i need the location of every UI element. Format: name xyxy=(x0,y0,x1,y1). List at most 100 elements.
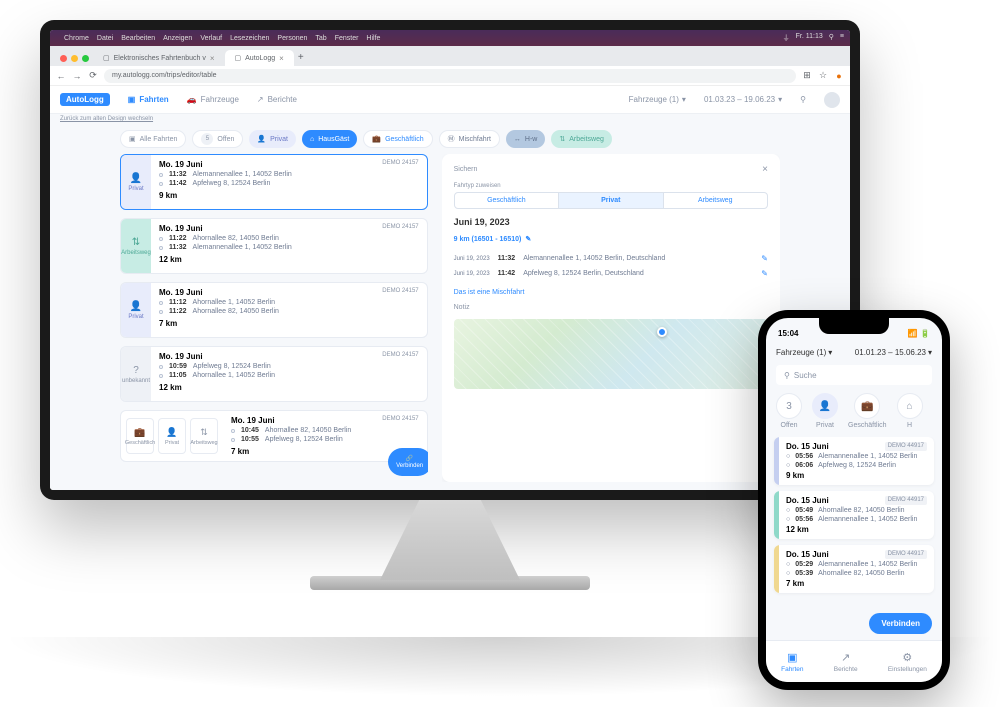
detail-start-row: Juni 19, 202311:32Alemannenallee 1, 1405… xyxy=(454,251,768,266)
new-tab-button[interactable]: + xyxy=(294,50,308,64)
menu-datei[interactable]: Datei xyxy=(97,35,113,42)
detail-end-row: Juni 19, 202311:42Apfelweg 8, 12524 Berl… xyxy=(454,266,768,281)
map-preview[interactable] xyxy=(454,319,768,389)
phone-trip-card[interactable]: Do. 15 JuniDEMO 44917 ○ 05:29Alemannenal… xyxy=(774,545,934,593)
chip-privat[interactable]: 👤Privat xyxy=(812,393,838,429)
filter-alle[interactable]: ▣ Alle Fahrten xyxy=(120,130,186,148)
edit-icon[interactable]: ✎ xyxy=(761,254,768,263)
menu-bearbeiten[interactable]: Bearbeiten xyxy=(121,35,155,42)
nav-einstellungen[interactable]: ⚙Einstellungen xyxy=(888,651,927,673)
close-icon[interactable]: × xyxy=(210,54,215,63)
trip-list: 👤Privat Mo. 19 JuniDEMO 24157 11:32Alema… xyxy=(120,154,428,482)
trip-category-badge: 👤Privat xyxy=(121,155,151,209)
filter-geschaeftlich[interactable]: 💼 Geschäftlich xyxy=(363,130,432,148)
chip-more[interactable]: ⌂H xyxy=(897,393,923,429)
menu-icon[interactable]: ≡ xyxy=(840,33,844,43)
trip-demo: DEMO 24157 xyxy=(382,160,418,169)
nav-berichte[interactable]: ↗ Berichte xyxy=(257,95,297,104)
back-to-old-design-link[interactable]: Zurück zum alten Design wechseln xyxy=(50,114,850,124)
briefcase-icon: 💼 xyxy=(854,393,880,419)
verbinden-button[interactable]: 🔗Verbinden xyxy=(388,448,428,476)
iphone-mockup: 15:04 📶 🔋 Fahrzeuge (1) ▾ 01.01.23 – 15.… xyxy=(758,310,950,690)
chip-offen[interactable]: 3Offen xyxy=(776,393,802,429)
trip-card[interactable]: 👤Privat Mo. 19 JuniDEMO 24157 11:12Ahorn… xyxy=(120,282,428,338)
detail-sichern: Sichern xyxy=(454,166,478,173)
phone-search-input[interactable]: ⚲Suche xyxy=(776,365,932,385)
macos-menubar: Chrome Datei Bearbeiten Anzeigen Verlauf… xyxy=(50,30,850,46)
phone-vehicle-selector[interactable]: Fahrzeuge (1) ▾ xyxy=(776,348,832,357)
cat-arbeitsweg[interactable]: ⇅Arbeitsweg xyxy=(190,418,218,454)
user-icon: 👤 xyxy=(166,427,177,438)
user-icon: 👤 xyxy=(130,173,142,184)
trip-category-badge: 👤Privat xyxy=(121,283,151,337)
menu-lesezeichen[interactable]: Lesezeichen xyxy=(230,35,269,42)
phone-date-range[interactable]: 01.01.23 – 15.06.23 ▾ xyxy=(855,348,932,357)
vehicle-selector[interactable]: Fahrzeuge (1) ▾ xyxy=(629,95,686,104)
browser-tab-2[interactable]: ▢ AutoLogg × xyxy=(225,50,294,66)
imac-mockup: Chrome Datei Bearbeiten Anzeigen Verlauf… xyxy=(40,20,860,540)
phone-verbinden-button[interactable]: Verbinden xyxy=(869,613,932,634)
search-icon[interactable]: ⚲ xyxy=(800,95,806,104)
extensions-icon[interactable]: ⊞ xyxy=(802,71,812,81)
close-icon[interactable]: × xyxy=(279,54,284,63)
menu-anzeigen[interactable]: Anzeigen xyxy=(163,35,192,42)
back-icon[interactable]: ← xyxy=(56,71,66,81)
logo[interactable]: AutoLogg xyxy=(60,93,110,106)
star-icon[interactable]: ☆ xyxy=(818,71,828,81)
mischfahrt-link[interactable]: Das ist eine Mischfahrt xyxy=(454,289,768,296)
menu-fenster[interactable]: Fenster xyxy=(335,35,359,42)
chrome-menu[interactable]: Chrome xyxy=(64,35,89,42)
cat-geschaeftlich[interactable]: 💼Geschäftlich xyxy=(126,418,154,454)
signal-battery-icon: 📶 🔋 xyxy=(908,329,930,338)
edit-icon[interactable]: ✎ xyxy=(761,269,768,278)
filter-arbeitsweg[interactable]: ⇅ Arbeitsweg xyxy=(551,130,612,148)
chip-geschaeftlich[interactable]: 💼Geschäftlich xyxy=(848,393,887,429)
seg-privat[interactable]: Privat xyxy=(559,193,663,208)
phone-trip-list: Do. 15 JuniDEMO 44917 ○ 05:56Alemannenal… xyxy=(766,437,942,640)
trip-card[interactable]: 👤Privat Mo. 19 JuniDEMO 24157 11:32Alema… xyxy=(120,154,428,210)
nav-fahrten[interactable]: ▣ Fahrten xyxy=(128,95,169,104)
detail-type-label: Fahrtyp zuweisen xyxy=(454,183,768,189)
cat-privat[interactable]: 👤Privat xyxy=(158,418,186,454)
close-icon[interactable]: × xyxy=(762,164,768,175)
avatar[interactable] xyxy=(824,92,840,108)
chevron-down-icon: ▾ xyxy=(928,348,932,357)
trip-card[interactable]: ?unbekannt Mo. 19 JuniDEMO 24157 10:59Ap… xyxy=(120,346,428,402)
menu-hilfe[interactable]: Hilfe xyxy=(366,35,380,42)
menu-personen[interactable]: Personen xyxy=(277,35,307,42)
seg-geschaeftlich[interactable]: Geschäftlich xyxy=(455,193,559,208)
browser-tab-1[interactable]: ▢ Elektronisches Fahrtenbuch v × xyxy=(93,50,225,66)
nav-fahrzeuge[interactable]: 🚗 Fahrzeuge xyxy=(187,95,239,104)
filter-hausgast[interactable]: ⌂ HausGäst xyxy=(302,130,357,148)
trip-card[interactable]: ⇅Arbeitsweg Mo. 19 JuniDEMO 24157 11:22A… xyxy=(120,218,428,274)
tab-title: Elektronisches Fahrtenbuch v xyxy=(114,55,206,62)
forward-icon[interactable]: → xyxy=(72,71,82,81)
question-icon: ? xyxy=(133,365,139,376)
search-icon: ⚲ xyxy=(784,371,790,380)
trip-category-badge: ?unbekannt xyxy=(121,347,151,401)
reload-icon[interactable]: ⟳ xyxy=(88,71,98,81)
date-range[interactable]: 01.03.23 – 19.06.23 ▾ xyxy=(704,95,782,104)
share-icon: ↗ xyxy=(841,651,850,664)
phone-trip-card[interactable]: Do. 15 JuniDEMO 44917 ○ 05:56Alemannenal… xyxy=(774,437,934,485)
edit-icon[interactable]: ✎ xyxy=(525,235,531,243)
seg-arbeitsweg[interactable]: Arbeitsweg xyxy=(664,193,767,208)
link-icon: 🔗 xyxy=(406,455,413,462)
trip-category-badge: ⇅Arbeitsweg xyxy=(121,219,151,273)
filter-privat[interactable]: 👤 Privat xyxy=(249,130,296,148)
menu-verlauf[interactable]: Verlauf xyxy=(200,35,222,42)
tab-title: AutoLogg xyxy=(245,55,275,62)
trip-card-categorize[interactable]: 💼Geschäftlich 👤Privat ⇅Arbeitsweg Mo. 19… xyxy=(120,410,428,462)
trip-type-segmented: Geschäftlich Privat Arbeitsweg xyxy=(454,192,768,209)
menu-tab[interactable]: Tab xyxy=(315,35,326,42)
address-bar[interactable]: my.autologg.com/trips/editor/table xyxy=(104,69,796,83)
profile-icon[interactable]: ● xyxy=(834,71,844,81)
window-controls[interactable] xyxy=(56,55,93,66)
nav-fahrten[interactable]: ▣Fahrten xyxy=(781,651,803,673)
filter-hinweg[interactable]: ↔ H-w xyxy=(506,130,545,148)
filter-mischfahrt[interactable]: Ⓜ Mischfahrt xyxy=(439,130,500,148)
search-icon[interactable]: ⚲ xyxy=(829,33,834,43)
phone-trip-card[interactable]: Do. 15 JuniDEMO 44917 ○ 05:49Ahornallee … xyxy=(774,491,934,539)
filter-offen[interactable]: 5Offen xyxy=(192,130,243,148)
nav-berichte[interactable]: ↗Berichte xyxy=(834,651,858,673)
